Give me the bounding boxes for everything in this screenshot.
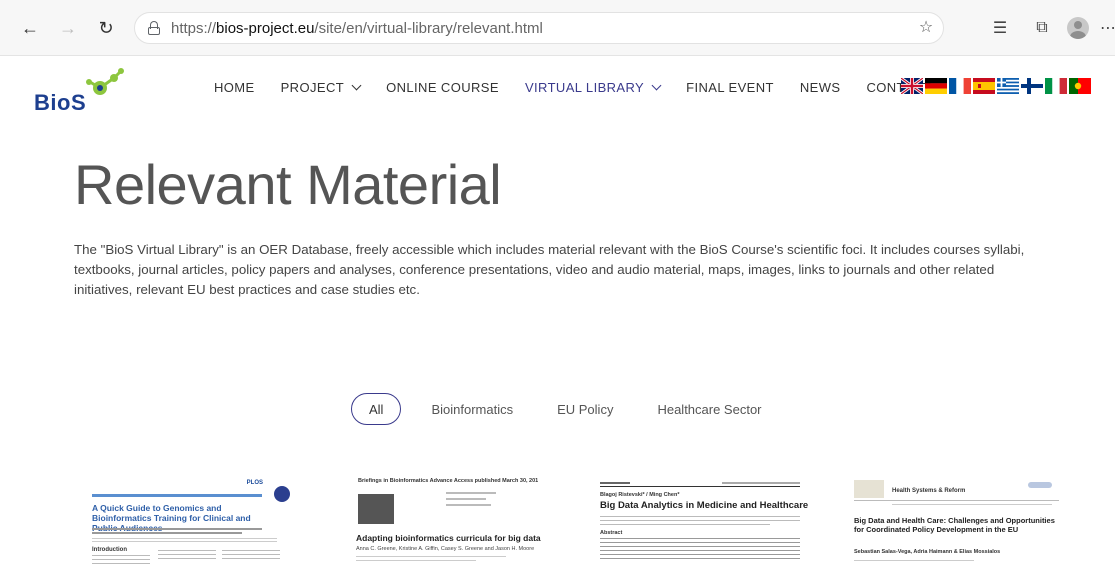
back-arrow-icon[interactable]: ← — [18, 16, 42, 40]
forward-arrow-icon[interactable]: → — [56, 16, 80, 40]
chevron-down-icon — [351, 80, 362, 91]
chevron-down-icon — [651, 80, 662, 91]
publisher-logo-icon — [1028, 482, 1052, 488]
card-title: Big Data and Health Care: Challenges and… — [854, 516, 1055, 534]
card-title: Adapting bioinformatics curricula for bi… — [356, 533, 541, 543]
page-title: Relevant Material — [74, 153, 502, 216]
nav-project-label: PROJECT — [280, 80, 345, 95]
reload-icon[interactable]: ↻ — [94, 16, 118, 40]
site-header: BioS HOME PROJECT ONLINE COURSE VIRTUAL … — [0, 56, 1115, 126]
material-card[interactable]: Blagoj Ristevski* / Ming Chen* Big Data … — [592, 470, 809, 574]
filter-bioinformatics[interactable]: Bioinformatics — [409, 393, 535, 425]
card-section-heading: Abstract — [600, 530, 623, 536]
nav-virtual-library-label: VIRTUAL LIBRARY — [524, 80, 645, 95]
add-favorite-star-icon[interactable]: ☆ — [917, 19, 935, 37]
publisher-logo-icon — [358, 494, 394, 524]
nav-online-course[interactable]: ONLINE COURSE — [386, 80, 499, 95]
lock-icon — [147, 21, 161, 35]
browser-toolbar: ← → ↻ https://bios-project.eu/site/en/vi… — [0, 0, 1115, 56]
material-card[interactable]: Health Systems & Reform Big Data and Hea… — [848, 470, 1065, 574]
language-flags — [901, 78, 1091, 94]
card-section-heading: Introduction — [92, 547, 127, 553]
card-header-text: Briefings in Bioinformatics Advance Acce… — [358, 478, 538, 484]
material-card[interactable]: PLOS A Quick Guide to Genomics and Bioin… — [80, 470, 297, 574]
filter-eu-policy[interactable]: EU Policy — [535, 393, 635, 425]
flag-greece-icon[interactable] — [997, 78, 1019, 94]
flag-france-icon[interactable] — [949, 78, 971, 94]
collections-icon[interactable]: ⧉ — [1030, 16, 1054, 40]
journal-seal-icon — [274, 486, 290, 502]
intro-paragraph: The "BioS Virtual Library" is an OER Dat… — [74, 242, 1025, 297]
card-header-text: Health Systems & Reform — [892, 488, 966, 494]
material-card[interactable]: Briefings in Bioinformatics Advance Acce… — [336, 470, 553, 574]
molecule-logo-icon — [86, 68, 124, 95]
favorites-icon[interactable]: ☰ — [988, 16, 1012, 40]
filter-healthcare-sector[interactable]: Healthcare Sector — [635, 393, 783, 425]
card-header-text: PLOS — [246, 480, 263, 486]
main-navigation: HOME PROJECT ONLINE COURSE VIRTUAL LIBRA… — [214, 80, 957, 95]
card-authors: Anna C. Greene, Kristine A. Giffin, Case… — [356, 546, 535, 552]
nav-project[interactable]: PROJECT — [280, 80, 362, 95]
flag-spain-icon[interactable] — [973, 78, 995, 94]
flag-finland-icon[interactable] — [1021, 78, 1043, 94]
flag-italy-icon[interactable] — [1045, 78, 1067, 94]
profile-avatar-icon[interactable] — [1066, 16, 1090, 40]
card-authors: Sebastian Salas-Vega, Adria Haimann & El… — [854, 549, 1001, 555]
card-authors: Blagoj Ristevski* / Ming Chen* — [600, 492, 680, 498]
address-bar[interactable]: https://bios-project.eu/site/en/virtual-… — [134, 12, 944, 44]
logo-text: BioS — [34, 90, 87, 115]
flag-portugal-icon[interactable] — [1069, 78, 1091, 94]
flag-germany-icon[interactable] — [925, 78, 947, 94]
nav-virtual-library[interactable]: VIRTUAL LIBRARY — [524, 80, 662, 95]
nav-final-event[interactable]: FINAL EVENT — [686, 80, 774, 95]
material-grid: PLOS A Quick Guide to Genomics and Bioin… — [80, 470, 1065, 574]
flag-uk-icon[interactable] — [901, 78, 923, 94]
nav-home[interactable]: HOME — [214, 80, 255, 95]
category-filters: All Bioinformatics EU Policy Healthcare … — [351, 393, 784, 425]
filter-all[interactable]: All — [351, 393, 402, 425]
card-title: Big Data Analytics in Medicine and Healt… — [600, 500, 809, 511]
bios-logo[interactable]: BioS — [32, 68, 142, 116]
more-options-icon[interactable]: ⋯ — [1100, 16, 1115, 40]
nav-news[interactable]: NEWS — [800, 80, 841, 95]
url-text: https://bios-project.eu/site/en/virtual-… — [171, 19, 543, 37]
journal-cover-thumbnail — [854, 480, 884, 498]
